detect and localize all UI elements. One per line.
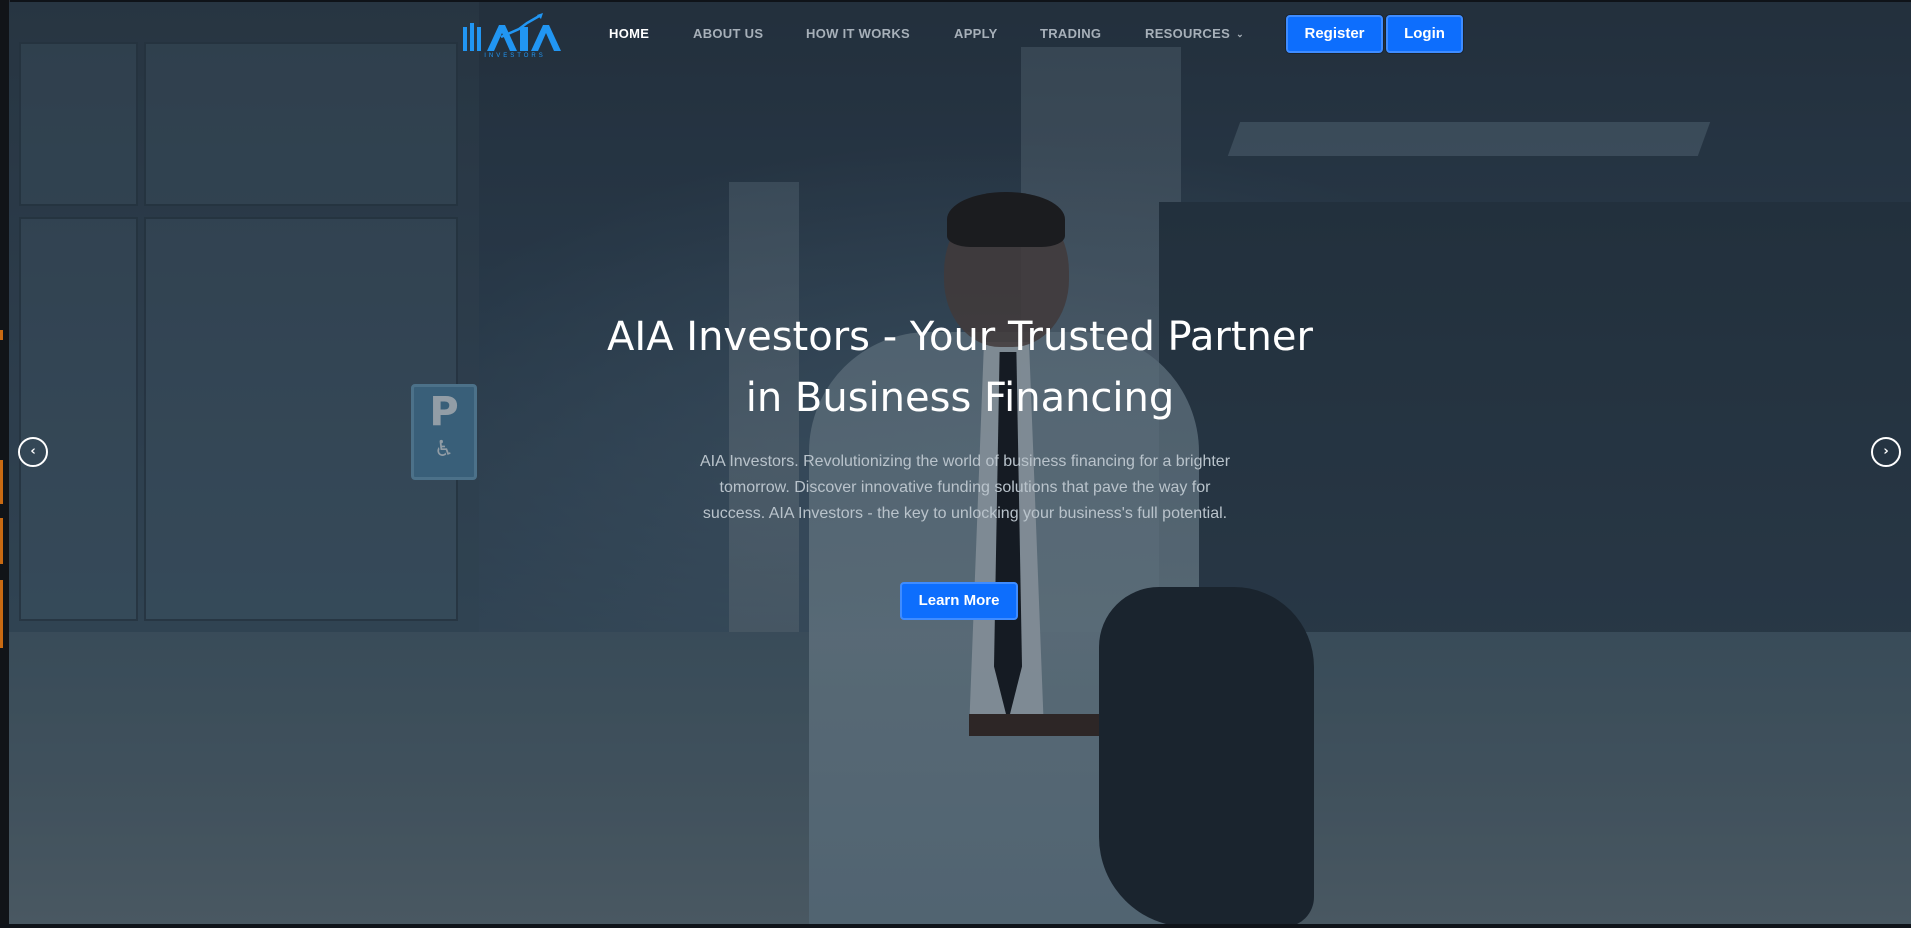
carousel-next-button[interactable]: › <box>1871 437 1901 467</box>
rail-marker <box>0 518 3 564</box>
nav-item-about-us[interactable]: ABOUT US <box>693 26 763 41</box>
browser-viewport: P ♿ INVESTORS HOME ABOUT US HOW IT WORKS… <box>0 0 1911 928</box>
nav-item-trading[interactable]: TRADING <box>1040 26 1101 41</box>
rail-marker <box>0 580 3 648</box>
learn-more-button[interactable]: Learn More <box>900 582 1018 620</box>
hero-title-line-2: in Business Financing <box>745 375 1175 421</box>
nav-item-resources-label: RESOURCES <box>1145 26 1231 41</box>
nav-item-apply[interactable]: APPLY <box>954 26 998 41</box>
carousel-prev-button[interactable]: ‹ <box>18 437 48 467</box>
nav-item-how-it-works[interactable]: HOW IT WORKS <box>806 26 910 41</box>
hero-description: AIA Investors. Revolutionizing the world… <box>699 453 1231 522</box>
chevron-down-icon: ⌄ <box>1236 29 1244 39</box>
nav-item-home[interactable]: HOME <box>609 26 649 41</box>
bottom-edge <box>0 924 1911 928</box>
nav-item-resources[interactable]: RESOURCES ⌄ <box>1145 26 1244 41</box>
register-button[interactable]: Register <box>1286 15 1383 53</box>
hero-title-line-1: AIA Investors - Your Trusted Partner <box>607 314 1313 360</box>
rail-marker <box>0 460 3 504</box>
hero-carousel: P ♿ INVESTORS HOME ABOUT US HOW IT WORKS… <box>9 2 1911 924</box>
chevron-left-icon: ‹ <box>30 444 36 459</box>
aia-logo[interactable]: INVESTORS <box>461 13 563 61</box>
hero-title: AIA Investors - Your Trusted Partner in … <box>9 307 1911 429</box>
chevron-right-icon: › <box>1883 444 1889 459</box>
login-button[interactable]: Login <box>1386 15 1463 53</box>
top-navbar: INVESTORS HOME ABOUT US HOW IT WORKS APP… <box>9 2 1911 68</box>
rail-marker <box>0 330 3 340</box>
logo-tagline: INVESTORS <box>484 53 546 59</box>
